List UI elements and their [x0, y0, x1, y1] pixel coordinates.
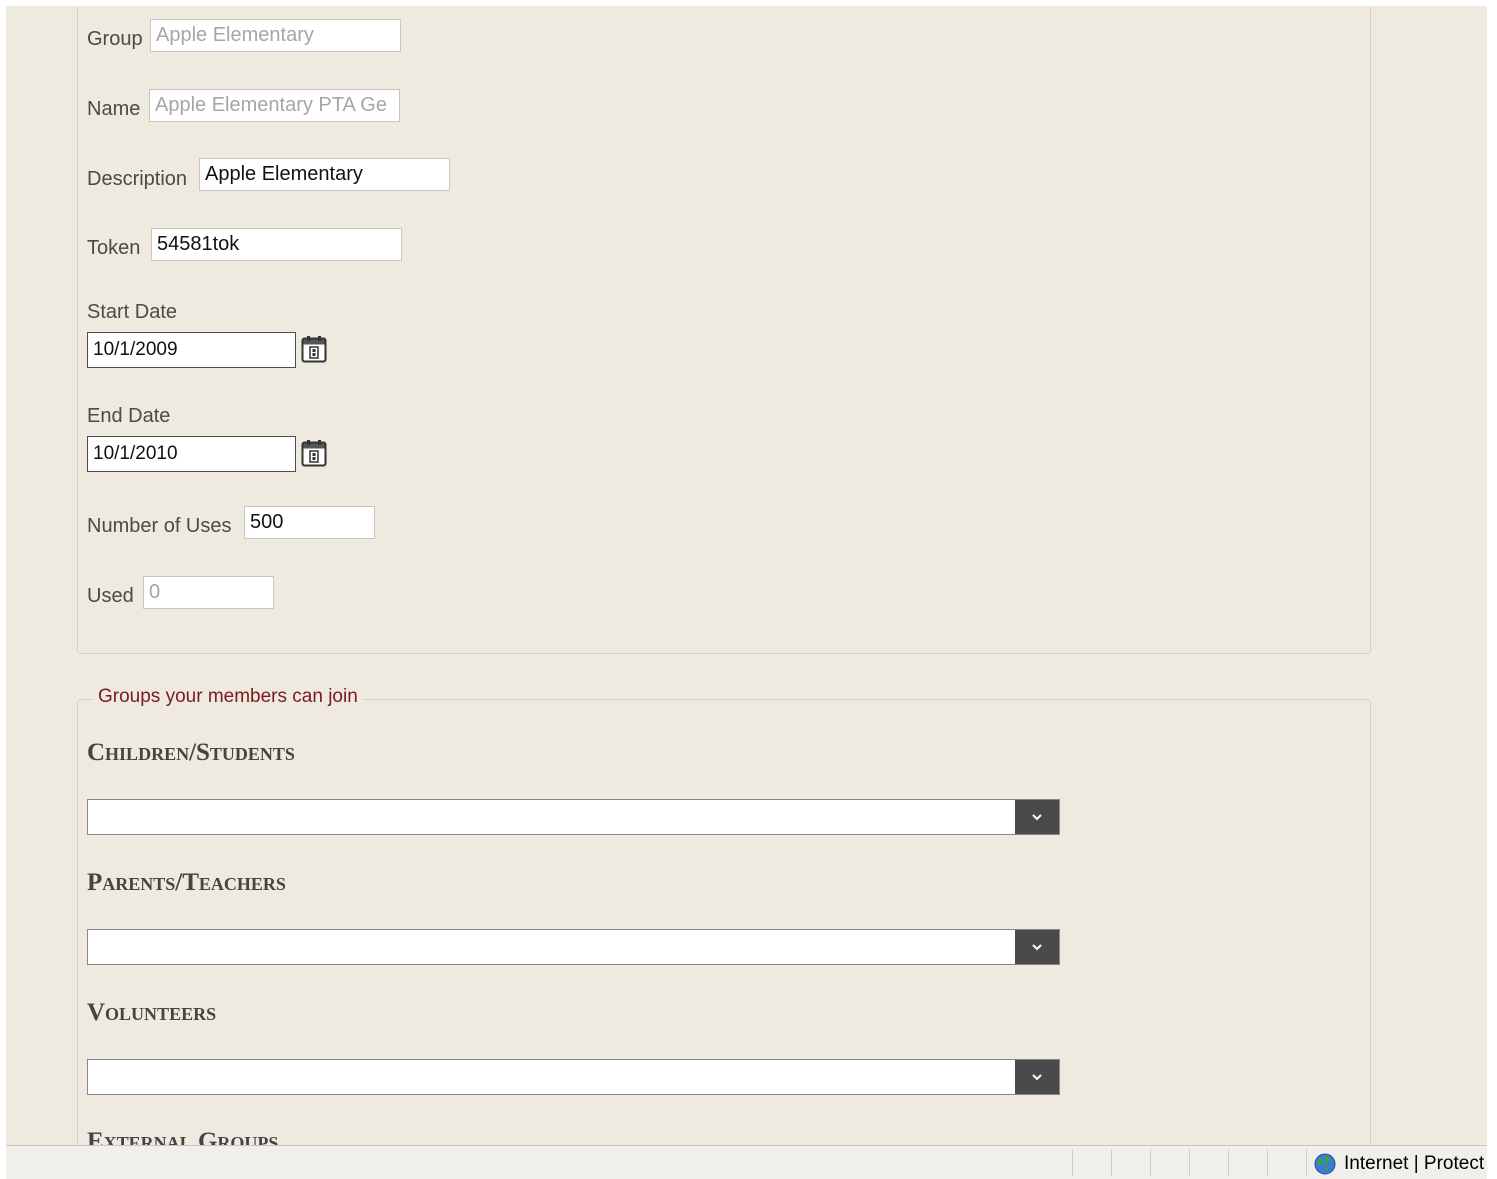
group-label: Group [87, 28, 143, 50]
children-students-select[interactable] [87, 799, 1060, 835]
status-divider [1228, 1149, 1229, 1176]
start-date-label: Start Date [87, 301, 178, 323]
status-divider [1306, 1149, 1307, 1176]
name-label: Name [87, 98, 141, 120]
status-divider [1189, 1149, 1190, 1176]
token-label: Token [87, 237, 141, 259]
end-date-label: End Date [87, 405, 171, 427]
external-groups-heading: External Groups [87, 1128, 279, 1145]
number-of-uses-field[interactable]: 500 [244, 506, 375, 539]
globe-icon [1314, 1153, 1336, 1175]
chevron-down-icon [1032, 1074, 1042, 1081]
chevron-down-icon [1032, 814, 1042, 821]
status-divider [1150, 1149, 1151, 1176]
chevron-down-icon [1032, 944, 1042, 951]
status-divider [1072, 1149, 1073, 1176]
page-content: Group Apple Elementary Name Apple Elemen… [6, 6, 1487, 1145]
parents-teachers-heading: Parents/Teachers [87, 869, 286, 896]
parents-teachers-select[interactable] [87, 929, 1060, 965]
group-field: Apple Elementary [150, 19, 401, 52]
used-label: Used [87, 585, 134, 607]
groups-legend: Groups your members can join [93, 686, 363, 708]
zone-text: Internet | Protect [1344, 1153, 1485, 1174]
status-divider [1267, 1149, 1268, 1176]
token-field[interactable]: 54581tok [151, 228, 402, 261]
security-zone[interactable]: Internet | Protect [1314, 1152, 1484, 1176]
browser-status-bar: Internet | Protect [6, 1145, 1487, 1179]
used-field: 0 [143, 576, 274, 609]
volunteers-select[interactable] [87, 1059, 1060, 1095]
dropdown-button[interactable] [1015, 930, 1059, 964]
dropdown-button[interactable] [1015, 1060, 1059, 1094]
name-field: Apple Elementary PTA Ge [149, 89, 400, 122]
number-of-uses-label: Number of Uses [87, 515, 232, 537]
end-date-field[interactable]: 10/1/2010 [87, 436, 296, 472]
start-date-field[interactable]: 10/1/2009 [87, 332, 296, 368]
dropdown-button[interactable] [1015, 800, 1059, 834]
volunteers-heading: Volunteers [87, 999, 217, 1026]
calendar-icon[interactable] [301, 335, 327, 363]
status-divider [1111, 1149, 1112, 1176]
description-label: Description [87, 168, 188, 190]
children-students-heading: Children/Students [87, 739, 295, 766]
description-field[interactable]: Apple Elementary [199, 158, 450, 191]
calendar-icon[interactable] [301, 439, 327, 467]
